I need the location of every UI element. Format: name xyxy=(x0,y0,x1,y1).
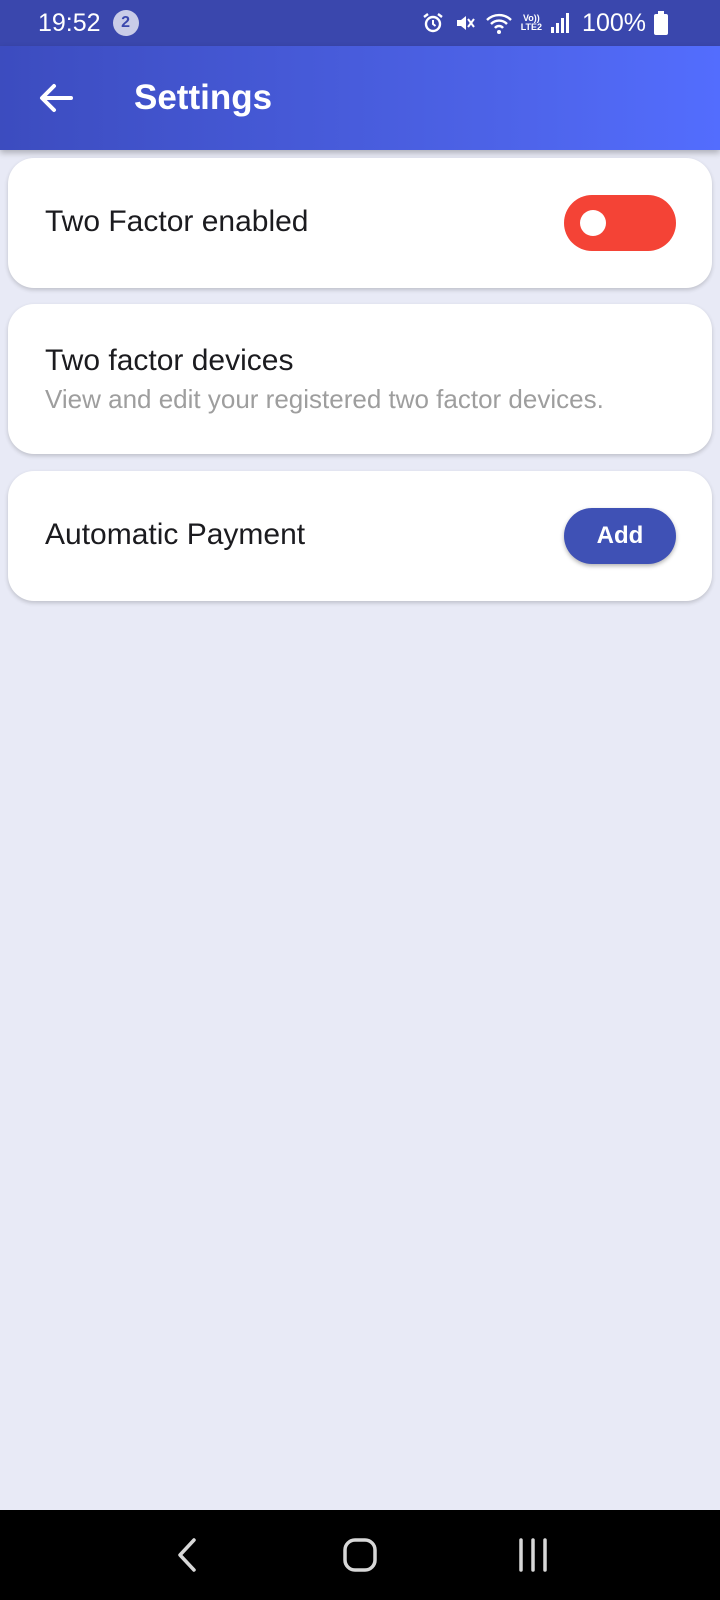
two-factor-devices-card[interactable]: Two factor devices View and edit your re… xyxy=(8,304,712,454)
nav-recents-button[interactable] xyxy=(503,1525,563,1585)
two-factor-devices-subtitle: View and edit your registered two factor… xyxy=(45,384,604,414)
page-title: Settings xyxy=(134,78,273,117)
screen: 19:52 2 Vo)) LTE2 100% Settings Two Fact… xyxy=(0,0,720,1600)
mute-icon xyxy=(453,11,477,35)
toggle-knob xyxy=(580,210,606,236)
back-button[interactable] xyxy=(36,78,76,118)
wifi-icon xyxy=(485,11,513,35)
home-nav-icon xyxy=(343,1538,377,1572)
two-factor-enabled-card: Two Factor enabled xyxy=(8,158,712,288)
app-bar: Settings xyxy=(0,46,720,150)
status-left: 19:52 2 xyxy=(38,9,139,38)
notification-count-badge: 2 xyxy=(112,10,139,36)
add-payment-button[interactable]: Add xyxy=(564,508,676,564)
two-factor-devices-title: Two factor devices xyxy=(45,344,294,377)
automatic-payment-card: Automatic Payment Add xyxy=(8,471,712,601)
volte-icon: Vo)) LTE2 xyxy=(521,14,542,32)
back-nav-icon xyxy=(177,1538,196,1572)
system-nav-bar xyxy=(0,1510,720,1600)
battery-percent: 100% xyxy=(582,8,646,37)
battery-icon xyxy=(654,11,668,35)
nav-back-button[interactable] xyxy=(157,1525,217,1585)
automatic-payment-label: Automatic Payment xyxy=(45,518,306,551)
status-time: 19:52 xyxy=(38,8,101,37)
recents-nav-icon xyxy=(519,1538,548,1572)
status-right: Vo)) LTE2 100% xyxy=(421,9,668,38)
network-label-bottom: LTE2 xyxy=(520,22,543,32)
signal-icon xyxy=(550,12,570,34)
nav-home-button[interactable] xyxy=(330,1525,390,1585)
two-factor-toggle[interactable] xyxy=(564,195,676,251)
two-factor-enabled-label: Two Factor enabled xyxy=(45,205,309,238)
status-bar: 19:52 2 Vo)) LTE2 100% xyxy=(0,0,720,46)
arrow-left-icon xyxy=(40,84,73,112)
alarm-icon xyxy=(421,11,445,35)
